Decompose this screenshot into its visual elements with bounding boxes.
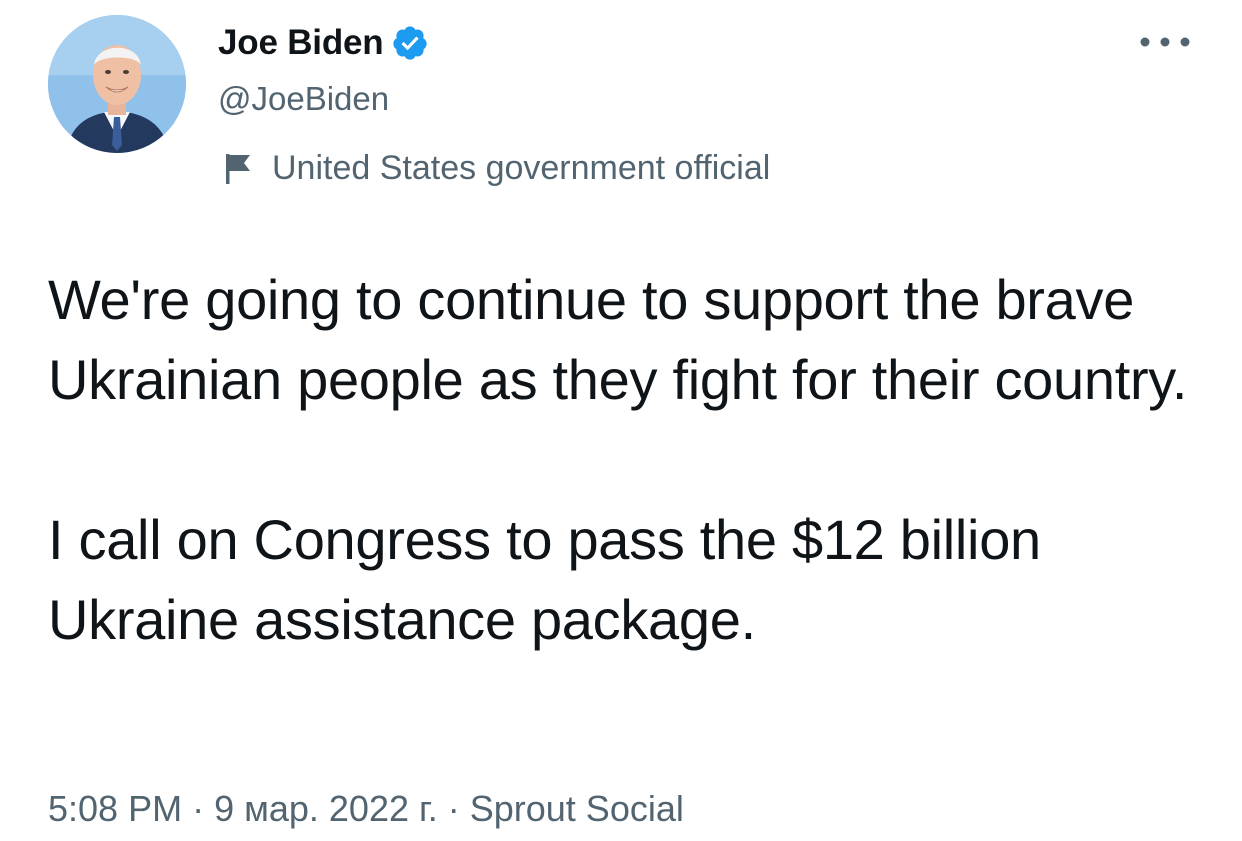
more-options-icon (1140, 37, 1190, 47)
verified-badge-icon (391, 24, 429, 62)
tweet-meta: 5:08 PM · 9 мар. 2022 г. · Sprout Social (48, 788, 684, 830)
account-label: United States government official (220, 145, 770, 191)
tweet-paragraph: We're going to continue to support the b… (48, 268, 1188, 411)
author-avatar[interactable] (48, 15, 186, 153)
account-label-text: United States government official (272, 148, 771, 187)
author-name-row: Joe Biden (218, 20, 429, 66)
tweet-time[interactable]: 5:08 PM (48, 788, 182, 829)
avatar-image (48, 15, 186, 153)
tweet-date[interactable]: 9 мар. 2022 г. (214, 788, 438, 829)
tweet-card: Joe Biden @JoeBiden United States govern… (0, 0, 1242, 841)
more-options-button[interactable] (1130, 22, 1200, 62)
flag-icon (220, 148, 260, 188)
meta-separator: · (192, 788, 205, 829)
tweet-paragraph: I call on Congress to pass the $12 billi… (48, 508, 1041, 651)
author-display-name[interactable]: Joe Biden (218, 23, 384, 63)
author-handle[interactable]: @JoeBiden (218, 80, 389, 118)
tweet-source-link[interactable]: Sprout Social (470, 788, 684, 829)
meta-separator: · (447, 788, 460, 829)
tweet-text: We're going to continue to support the b… (48, 260, 1208, 660)
